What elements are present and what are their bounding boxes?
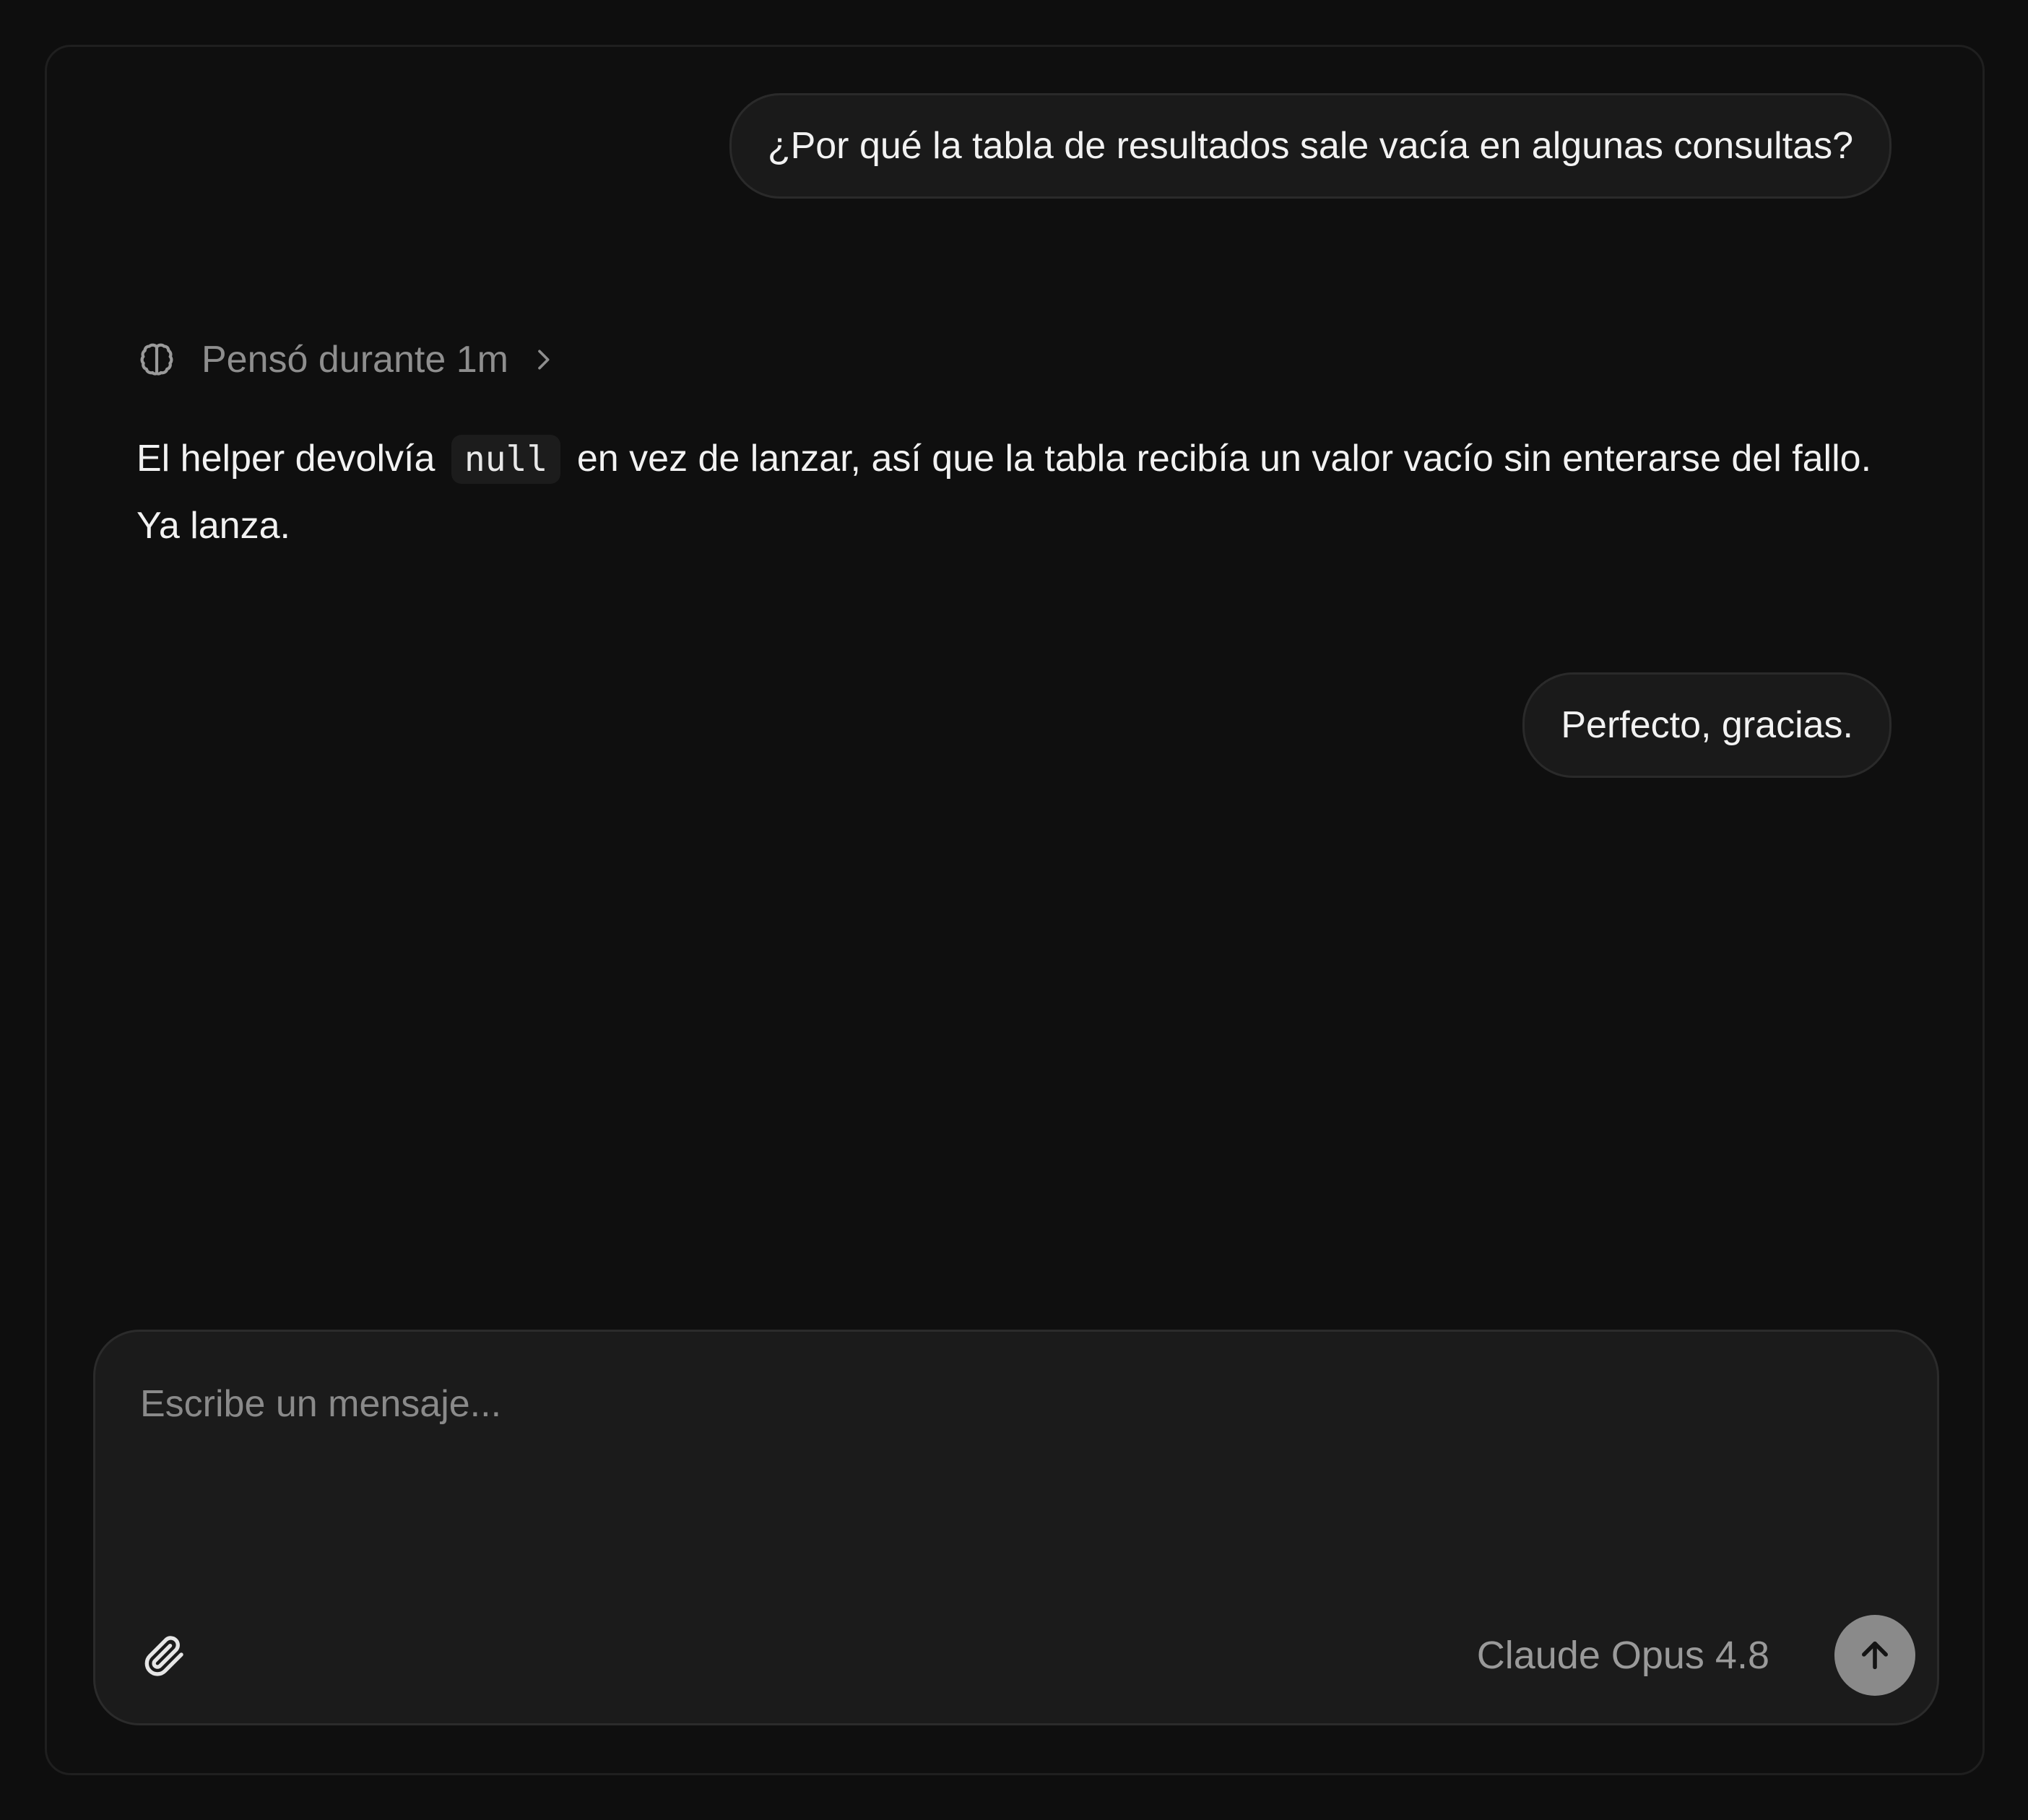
brain-icon <box>136 339 177 380</box>
message-input[interactable] <box>139 1361 1872 1447</box>
paperclip-icon[interactable] <box>137 1629 189 1681</box>
chat-window: ¿Por qué la tabla de resultados sale vac… <box>45 45 1985 1775</box>
chevron-right-icon <box>529 345 558 374</box>
message-composer: Claude Opus 4.8 <box>93 1330 1939 1725</box>
assistant-message: El helper devolvía null en vez de lanzar… <box>136 425 1899 559</box>
thinking-label: Pensó durante 1m <box>202 339 508 381</box>
user-message-1: ¿Por qué la tabla de resultados sale vac… <box>729 93 1892 199</box>
send-button[interactable] <box>1834 1615 1915 1696</box>
answer-text-start: El helper devolvía <box>136 438 436 480</box>
inline-code: null <box>451 435 561 484</box>
user-message-2: Perfecto, gracias. <box>1522 672 1892 778</box>
model-selector[interactable]: Claude Opus 4.8 <box>1477 1628 1769 1683</box>
thinking-toggle[interactable]: Pensó durante 1m <box>136 327 558 392</box>
arrow-up-icon <box>1855 1635 1895 1676</box>
